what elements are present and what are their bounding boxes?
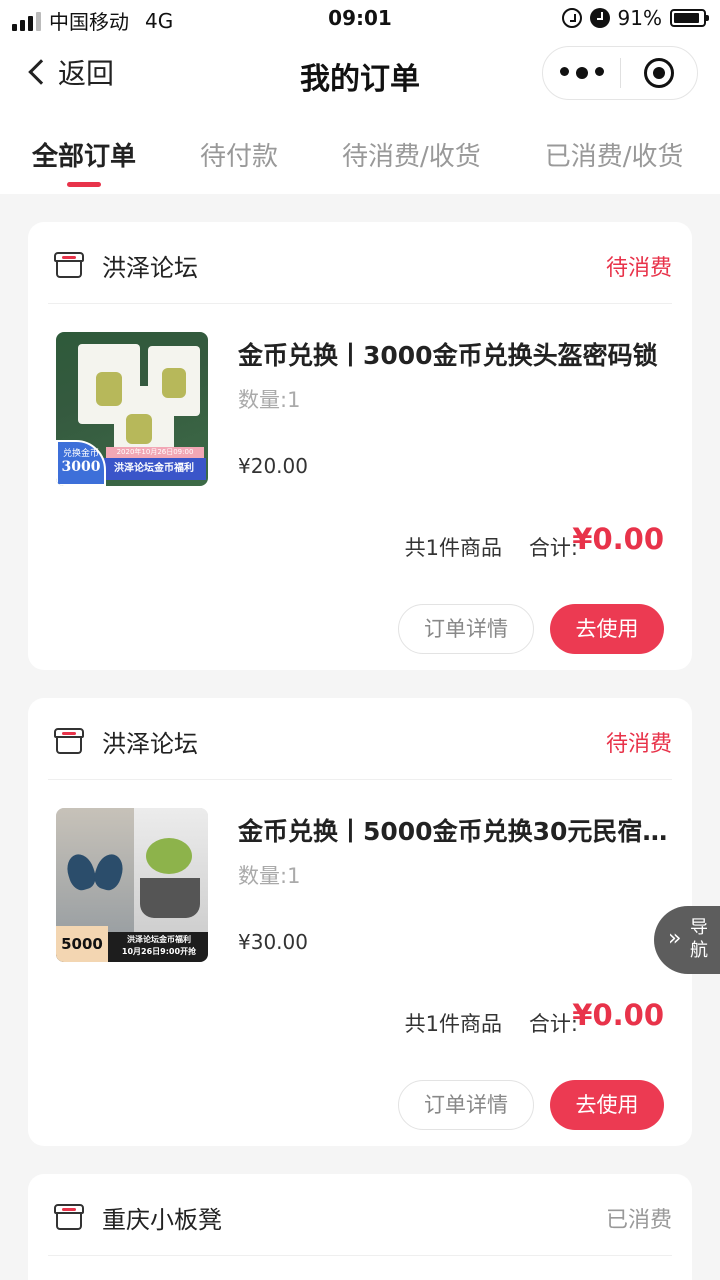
order-tabs: 全部订单 待付款 待消费/收货 已消费/收货 xyxy=(0,110,720,194)
total-label: 合计: xyxy=(528,1012,578,1036)
tab-label: 全部订单 xyxy=(32,142,137,172)
product-thumbnail: 2020年10月26日09:00 洪泽论坛金币福利 兑换金币 3000 xyxy=(56,332,208,486)
thumb-badge-label: 兑换金币 xyxy=(62,449,99,459)
tab-pending-use[interactable]: 待消费/收货 xyxy=(342,110,481,194)
item-price: ¥30.00 xyxy=(238,930,308,954)
order-status: 待消费 xyxy=(605,256,672,281)
thumb-price: 5000 xyxy=(56,926,108,962)
floating-nav-label: 导航 xyxy=(690,917,708,961)
alarm-icon xyxy=(589,8,610,28)
item-title: 金币兑换丨5000金币兑换30元民宿代金券 xyxy=(238,817,668,846)
shop-name: 重庆小板凳 xyxy=(102,1206,222,1234)
floating-nav-button[interactable]: » 导航 xyxy=(654,906,720,974)
product-thumbnail: 5000 洪泽论坛金币福利 10月26日9:00开抢 xyxy=(56,808,208,962)
thumb-caption-line: 10月26日9:00开抢 xyxy=(121,947,197,956)
tab-active-indicator xyxy=(67,182,101,187)
shop-icon xyxy=(54,1204,84,1230)
butterfly-decor xyxy=(63,850,127,898)
order-card: 重庆小板凳 已消费 xyxy=(28,1174,692,1280)
double-chevron-icon: » xyxy=(668,926,682,951)
thumb-strip: 洪泽论坛金币福利 xyxy=(102,458,206,480)
battery-icon xyxy=(670,9,709,27)
order-detail-button[interactable]: 订单详情 xyxy=(398,604,534,654)
order-detail-button[interactable]: 订单详情 xyxy=(398,1080,534,1130)
order-total: ¥0.00 xyxy=(572,998,664,1032)
total-label: 合计: xyxy=(528,536,578,560)
item-title: 金币兑换丨3000金币兑换头盔密码锁 xyxy=(238,341,658,370)
shop-icon xyxy=(54,728,84,754)
order-total: ¥0.00 xyxy=(572,522,664,556)
miniapp-capsule xyxy=(542,46,698,100)
status-right: 91% xyxy=(561,6,709,30)
item-quantity: 数量:1 xyxy=(238,864,301,888)
shop-icon xyxy=(54,252,84,278)
tab-all-orders[interactable]: 全部订单 xyxy=(32,110,136,194)
battery-percent: 91% xyxy=(617,6,662,30)
item-quantity: 数量:1 xyxy=(238,388,301,412)
tab-label: 待消费/收货 xyxy=(342,142,481,172)
item-count: 共1件商品 xyxy=(404,536,502,560)
rotation-lock-icon xyxy=(561,8,582,28)
tab-label: 待付款 xyxy=(200,142,279,172)
order-summary: 共1件商品 合计: ¥0.00 xyxy=(28,990,692,1060)
order-card-header[interactable]: 洪泽论坛 待消费 xyxy=(48,698,672,780)
tab-label: 已消费/收货 xyxy=(544,142,684,172)
order-item[interactable]: 5000 洪泽论坛金币福利 10月26日9:00开抢 金币兑换丨5000金币兑换… xyxy=(28,780,692,990)
order-actions: 订单详情 去使用 xyxy=(28,584,692,692)
close-miniapp-icon[interactable] xyxy=(621,58,697,88)
use-button[interactable]: 去使用 xyxy=(550,1080,664,1130)
order-status: 待消费 xyxy=(605,732,672,757)
thumb-caption-line: 洪泽论坛金币福利 xyxy=(127,935,191,944)
nav-bar: 返回 我的订单 xyxy=(0,38,720,110)
order-actions: 订单详情 去使用 xyxy=(28,1060,692,1168)
tab-pending-payment[interactable]: 待付款 xyxy=(200,110,278,194)
tab-used[interactable]: 已消费/收货 xyxy=(545,110,684,194)
use-button[interactable]: 去使用 xyxy=(550,604,664,654)
order-status: 已消费 xyxy=(605,1208,672,1233)
item-price: ¥20.00 xyxy=(238,454,308,478)
shop-name: 洪泽论坛 xyxy=(102,730,198,758)
thumb-badge: 兑换金币 3000 xyxy=(56,440,106,486)
item-count: 共1件商品 xyxy=(404,1012,502,1036)
order-card: 洪泽论坛 待消费 5000 洪泽论坛金币福利 10月26日9:00开抢 金币兑换… xyxy=(28,698,692,1146)
order-card: 洪泽论坛 待消费 2020年10月26日09:00 洪泽论坛金币福利 兑换金币 … xyxy=(28,222,692,670)
order-summary: 共1件商品 合计: ¥0.00 xyxy=(28,514,692,584)
thumb-caption: 洪泽论坛金币福利 10月26日9:00开抢 xyxy=(112,934,206,958)
order-card-header[interactable]: 洪泽论坛 待消费 xyxy=(48,222,672,304)
shop-name: 洪泽论坛 xyxy=(102,254,198,282)
thumb-badge-number: 3000 xyxy=(61,459,101,475)
order-item[interactable]: 2020年10月26日09:00 洪泽论坛金币福利 兑换金币 3000 金币兑换… xyxy=(28,304,692,514)
order-card-header[interactable]: 重庆小板凳 已消费 xyxy=(48,1174,672,1256)
more-icon[interactable] xyxy=(543,67,620,79)
thumb-date: 2020年10月26日09:00 xyxy=(106,447,204,458)
status-bar: 中国移动 4G 09:01 91% xyxy=(0,0,720,38)
